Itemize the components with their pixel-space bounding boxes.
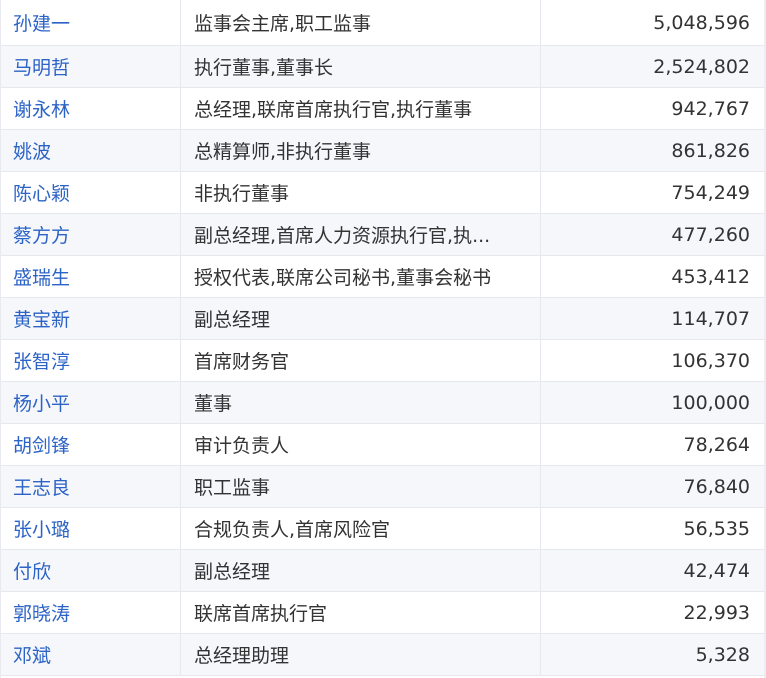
table-row: 谢永林 总经理,联席首席执行官,执行董事 942,767	[1, 88, 766, 130]
position-text: 授权代表,联席公司秘书,董事会秘书	[194, 267, 492, 289]
position-cell: 职工监事	[181, 466, 541, 507]
position-cell: 副总经理	[181, 550, 541, 591]
person-name-link[interactable]: 马明哲	[1, 46, 181, 87]
position-cell: 合规负责人,首席风险官	[181, 508, 541, 549]
position-text: 联席首席执行官	[194, 603, 328, 625]
position-text: 首席财务官	[194, 351, 290, 373]
person-name-link[interactable]: 孙建一	[1, 0, 181, 45]
compensation-amount: 100,000	[671, 391, 750, 414]
person-name-link[interactable]: 邓斌	[1, 634, 181, 675]
person-name-link[interactable]: 王志良	[1, 466, 181, 507]
person-name-link[interactable]: 姚波	[1, 130, 181, 171]
position-cell: 副总经理	[181, 298, 541, 339]
table-row: 黄宝新 副总经理 114,707	[1, 298, 766, 340]
compensation-amount: 453,412	[671, 265, 750, 288]
compensation-amount: 861,826	[671, 139, 750, 162]
compensation-amount: 76,840	[683, 475, 750, 498]
table-row: 邓斌 总经理助理 5,328	[1, 634, 766, 676]
position-text: 总精算师,非执行董事	[194, 141, 372, 163]
compensation-amount: 114,707	[671, 307, 750, 330]
executive-compensation-table: 孙建一 监事会主席,职工监事 5,048,596 马明哲 执行董事,董事长 2,524,8…	[0, 0, 766, 678]
table-row: 付欣 副总经理 42,474	[1, 550, 766, 592]
table-row: 姚波 总精算师,非执行董事 861,826	[1, 130, 766, 172]
table-row: 蔡方方 副总经理,首席人力资源执行官,执... 477,260	[1, 214, 766, 256]
position-cell: 总精算师,非执行董事	[181, 130, 541, 171]
position-text: 职工监事	[194, 477, 271, 499]
compensation-amount: 477,260	[671, 223, 750, 246]
person-name-link[interactable]: 胡剑锋	[1, 424, 181, 465]
person-name-link[interactable]: 盛瑞生	[1, 256, 181, 297]
position-text: 副总经理,首席人力资源执行官,执...	[194, 225, 491, 247]
compensation-amount: 22,993	[683, 601, 750, 624]
person-name-link[interactable]: 黄宝新	[1, 298, 181, 339]
table-row: 陈心颖 非执行董事 754,249	[1, 172, 766, 214]
position-cell: 授权代表,联席公司秘书,董事会秘书	[181, 256, 541, 297]
table-row: 王志良 职工监事 76,840	[1, 466, 766, 508]
compensation-amount: 106,370	[671, 349, 750, 372]
person-name-link[interactable]: 蔡方方	[1, 214, 181, 255]
position-text: 执行董事,董事长	[194, 57, 334, 79]
person-name-link[interactable]: 杨小平	[1, 382, 181, 423]
person-name-link[interactable]: 付欣	[1, 550, 181, 591]
position-text: 非执行董事	[194, 183, 290, 205]
table-row: 杨小平 董事 100,000	[1, 382, 766, 424]
position-cell: 总经理,联席首席执行官,执行董事	[181, 88, 541, 129]
position-cell: 董事	[181, 382, 541, 423]
compensation-amount: 42,474	[683, 559, 750, 582]
table-row: 郭晓涛 联席首席执行官 22,993	[1, 592, 766, 634]
position-cell: 首席财务官	[181, 340, 541, 381]
position-cell: 监事会主席,职工监事	[181, 0, 541, 45]
position-text: 合规负责人,首席风险官	[194, 519, 391, 541]
compensation-amount: 78,264	[683, 433, 750, 456]
position-cell: 执行董事,董事长	[181, 46, 541, 87]
position-text: 监事会主席,职工监事	[194, 13, 372, 35]
position-text: 总经理,联席首席执行官,执行董事	[194, 99, 473, 121]
compensation-amount: 942,767	[671, 97, 750, 120]
person-name-link[interactable]: 谢永林	[1, 88, 181, 129]
position-text: 审计负责人	[194, 435, 290, 457]
table-row: 张小璐 合规负责人,首席风险官 56,535	[1, 508, 766, 550]
position-cell: 非执行董事	[181, 172, 541, 213]
position-text: 副总经理	[194, 561, 271, 583]
table-row: 马明哲 执行董事,董事长 2,524,802	[1, 46, 766, 88]
position-cell: 副总经理,首席人力资源执行官,执...	[181, 214, 541, 255]
person-name-link[interactable]: 张智淳	[1, 340, 181, 381]
position-text: 副总经理	[194, 309, 271, 331]
position-cell: 总经理助理	[181, 634, 541, 675]
table-row: 胡剑锋 审计负责人 78,264	[1, 424, 766, 466]
person-name-link[interactable]: 陈心颖	[1, 172, 181, 213]
position-text: 总经理助理	[194, 645, 290, 667]
compensation-amount: 56,535	[683, 517, 750, 540]
compensation-amount: 5,328	[695, 643, 750, 666]
table-row: 张智淳 首席财务官 106,370	[1, 340, 766, 382]
table-row: 盛瑞生 授权代表,联席公司秘书,董事会秘书 453,412	[1, 256, 766, 298]
compensation-amount: 2,524,802	[653, 55, 750, 78]
person-name-link[interactable]: 张小璐	[1, 508, 181, 549]
position-cell: 联席首席执行官	[181, 592, 541, 633]
compensation-amount: 5,048,596	[653, 11, 750, 34]
person-name-link[interactable]: 郭晓涛	[1, 592, 181, 633]
position-cell: 审计负责人	[181, 424, 541, 465]
table-row: 孙建一 监事会主席,职工监事 5,048,596	[1, 0, 766, 46]
compensation-amount: 754,249	[671, 181, 750, 204]
position-text: 董事	[194, 393, 233, 415]
